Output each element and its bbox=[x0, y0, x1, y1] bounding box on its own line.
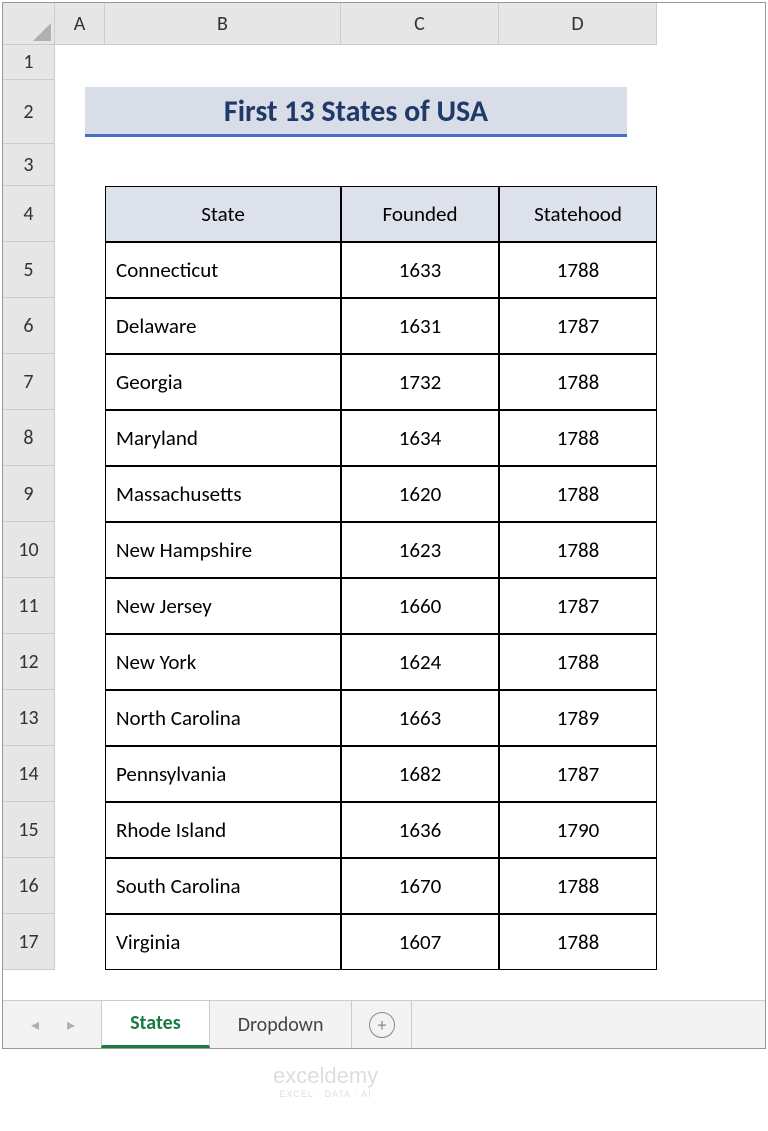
table-cell-state[interactable]: Georgia bbox=[105, 354, 341, 410]
table-header-statehood[interactable]: Statehood bbox=[499, 186, 657, 242]
row-header-8[interactable]: 8 bbox=[3, 410, 55, 466]
tab-dropdown[interactable]: Dropdown bbox=[210, 1001, 353, 1048]
row-header-5[interactable]: 5 bbox=[3, 242, 55, 298]
table-cell-statehood[interactable]: 1787 bbox=[499, 298, 657, 354]
row-header-4[interactable]: 4 bbox=[3, 186, 55, 242]
table-cell-statehood[interactable]: 1788 bbox=[499, 914, 657, 970]
page-title: First 13 States of USA bbox=[85, 87, 627, 137]
row-header-17[interactable]: 17 bbox=[3, 914, 55, 970]
table-cell-founded[interactable]: 1660 bbox=[341, 578, 499, 634]
sheet-tab-bar: ◂ ▸ States Dropdown + bbox=[3, 1000, 765, 1048]
table-cell-state[interactable]: Massachusetts bbox=[105, 466, 341, 522]
row-header-14[interactable]: 14 bbox=[3, 746, 55, 802]
table-cell-statehood[interactable]: 1789 bbox=[499, 690, 657, 746]
table-cell-state[interactable]: Connecticut bbox=[105, 242, 341, 298]
tab-nav-arrows[interactable]: ◂ ▸ bbox=[13, 1001, 101, 1048]
table-cell-state[interactable]: Delaware bbox=[105, 298, 341, 354]
column-header-D[interactable]: D bbox=[499, 3, 657, 45]
table-cell-statehood[interactable]: 1788 bbox=[499, 522, 657, 578]
table-cell-statehood[interactable]: 1790 bbox=[499, 802, 657, 858]
tab-nav-right-icon[interactable]: ▸ bbox=[67, 1015, 75, 1035]
table-cell-founded[interactable]: 1633 bbox=[341, 242, 499, 298]
row-header-6[interactable]: 6 bbox=[3, 298, 55, 354]
row-header-12[interactable]: 12 bbox=[3, 634, 55, 690]
row-header-13[interactable]: 13 bbox=[3, 690, 55, 746]
table-cell-state[interactable]: Pennsylvania bbox=[105, 746, 341, 802]
table-cell-founded[interactable]: 1634 bbox=[341, 410, 499, 466]
table-cell-state[interactable]: New Hampshire bbox=[105, 522, 341, 578]
table-cell-founded[interactable]: 1623 bbox=[341, 522, 499, 578]
row-header-15[interactable]: 15 bbox=[3, 802, 55, 858]
new-sheet-button[interactable]: + bbox=[352, 1001, 412, 1048]
table-cell-founded[interactable]: 1607 bbox=[341, 914, 499, 970]
table-cell-founded[interactable]: 1636 bbox=[341, 802, 499, 858]
watermark: exceldemy EXCEL · DATA · AI bbox=[273, 1063, 378, 1099]
plus-icon: + bbox=[369, 1012, 395, 1038]
spreadsheet-window: ABCD1234567891011121314151617First 13 St… bbox=[2, 2, 766, 1049]
tab-states[interactable]: States bbox=[101, 1001, 210, 1048]
table-cell-founded[interactable]: 1631 bbox=[341, 298, 499, 354]
row-header-10[interactable]: 10 bbox=[3, 522, 55, 578]
table-cell-founded[interactable]: 1732 bbox=[341, 354, 499, 410]
table-cell-state[interactable]: North Carolina bbox=[105, 690, 341, 746]
table-cell-statehood[interactable]: 1788 bbox=[499, 634, 657, 690]
row-header-1[interactable]: 1 bbox=[3, 45, 55, 80]
row-header-2[interactable]: 2 bbox=[3, 80, 55, 144]
column-header-C[interactable]: C bbox=[341, 3, 499, 45]
watermark-sub: EXCEL · DATA · AI bbox=[273, 1089, 378, 1099]
column-header-A[interactable]: A bbox=[55, 3, 105, 45]
select-all-corner[interactable] bbox=[3, 3, 55, 45]
table-cell-state[interactable]: Rhode Island bbox=[105, 802, 341, 858]
tab-nav-left-icon[interactable]: ◂ bbox=[31, 1015, 39, 1035]
table-cell-statehood[interactable]: 1788 bbox=[499, 410, 657, 466]
row-header-7[interactable]: 7 bbox=[3, 354, 55, 410]
table-cell-founded[interactable]: 1682 bbox=[341, 746, 499, 802]
table-cell-statehood[interactable]: 1788 bbox=[499, 354, 657, 410]
table-cell-state[interactable]: New York bbox=[105, 634, 341, 690]
table-cell-statehood[interactable]: 1788 bbox=[499, 858, 657, 914]
table-cell-founded[interactable]: 1670 bbox=[341, 858, 499, 914]
table-cell-state[interactable]: Virginia bbox=[105, 914, 341, 970]
table-cell-state[interactable]: New Jersey bbox=[105, 578, 341, 634]
row-header-3[interactable]: 3 bbox=[3, 144, 55, 186]
row-header-11[interactable]: 11 bbox=[3, 578, 55, 634]
table-cell-state[interactable]: South Carolina bbox=[105, 858, 341, 914]
table-cell-founded[interactable]: 1620 bbox=[341, 466, 499, 522]
table-cell-statehood[interactable]: 1787 bbox=[499, 746, 657, 802]
row-header-9[interactable]: 9 bbox=[3, 466, 55, 522]
table-cell-founded[interactable]: 1663 bbox=[341, 690, 499, 746]
table-cell-statehood[interactable]: 1788 bbox=[499, 242, 657, 298]
table-header-founded[interactable]: Founded bbox=[341, 186, 499, 242]
table-cell-statehood[interactable]: 1788 bbox=[499, 466, 657, 522]
row-header-16[interactable]: 16 bbox=[3, 858, 55, 914]
table-header-state[interactable]: State bbox=[105, 186, 341, 242]
watermark-main: exceldemy bbox=[273, 1063, 378, 1089]
column-header-B[interactable]: B bbox=[105, 3, 341, 45]
cell-grid[interactable]: ABCD1234567891011121314151617First 13 St… bbox=[3, 3, 765, 1000]
table-cell-state[interactable]: Maryland bbox=[105, 410, 341, 466]
table-cell-statehood[interactable]: 1787 bbox=[499, 578, 657, 634]
table-cell-founded[interactable]: 1624 bbox=[341, 634, 499, 690]
title-cell[interactable]: First 13 States of USA bbox=[55, 80, 657, 144]
